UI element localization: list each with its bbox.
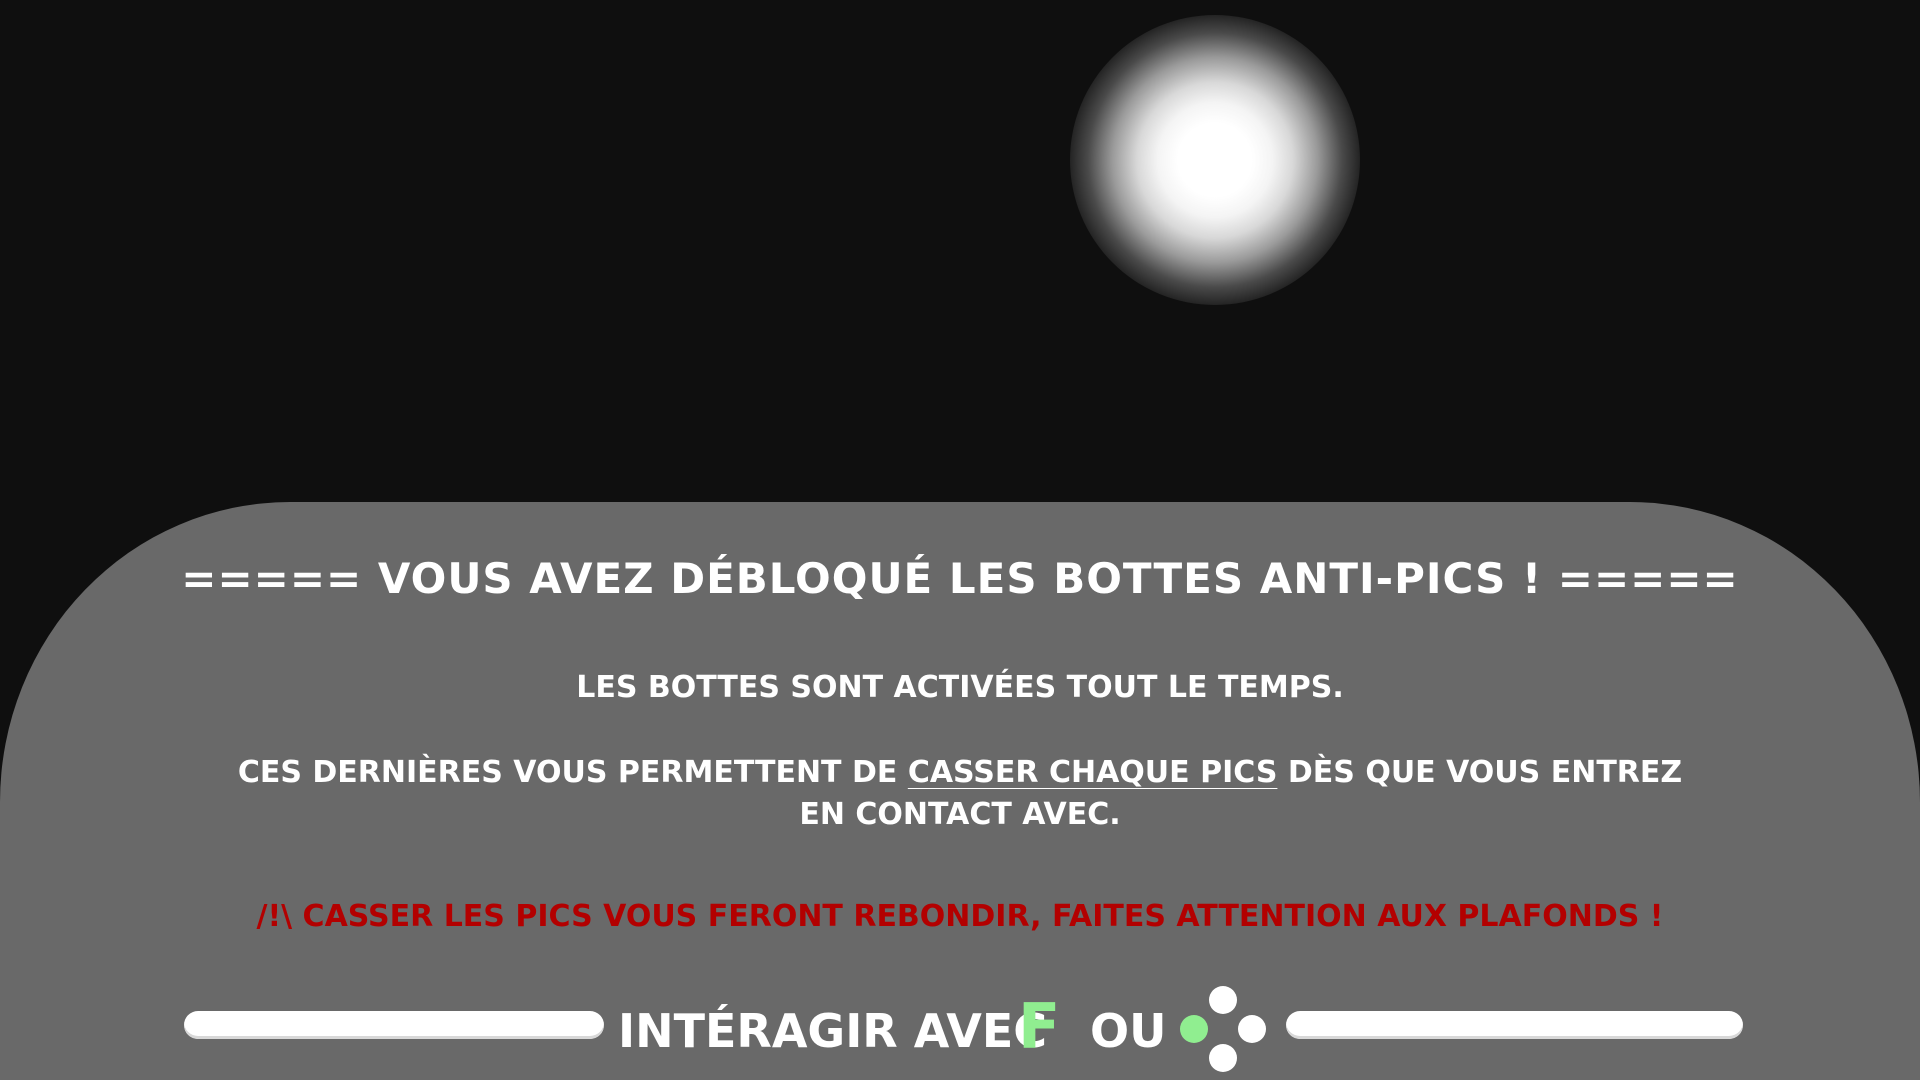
gamepad-button-left-icon <box>1180 1015 1208 1043</box>
interact-label: INTÉRAGIR AVEC <box>618 1004 1048 1058</box>
gamepad-face-buttons-icon <box>1178 984 1268 1074</box>
popup-warning: /!\ CASSER LES PICS VOUS FERONT REBONDIR… <box>256 899 1664 934</box>
interact-prompt[interactable]: INTÉRAGIR AVEC F OU <box>618 986 1268 1076</box>
keyboard-key-f-icon: F <box>1018 990 1061 1063</box>
popup-line-always-active: LES BOTTES SONT ACTIVÉES TOUT LE TEMPS. <box>576 670 1344 705</box>
gamepad-button-top-icon <box>1209 986 1237 1014</box>
game-scene: ===== VOUS AVEZ DÉBLOQUÉ LES BOTTES ANTI… <box>0 0 1920 1080</box>
light-orb <box>1070 15 1360 305</box>
description-before: CES DERNIÈRES VOUS PERMETTENT DE <box>237 755 908 790</box>
gamepad-button-bottom-icon <box>1209 1044 1237 1072</box>
popup-title: ===== VOUS AVEZ DÉBLOQUÉ LES BOTTES ANTI… <box>181 554 1739 603</box>
prompt-divider-left <box>184 1011 604 1039</box>
interact-separator: OU <box>1090 1004 1167 1058</box>
popup-description: CES DERNIÈRES VOUS PERMETTENT DE CASSER … <box>230 752 1690 836</box>
prompt-divider-right <box>1286 1011 1743 1039</box>
gamepad-button-right-icon <box>1238 1015 1266 1043</box>
unlock-popup: ===== VOUS AVEZ DÉBLOQUÉ LES BOTTES ANTI… <box>0 502 1920 1080</box>
description-highlight: CASSER CHAQUE PICS <box>907 755 1278 790</box>
